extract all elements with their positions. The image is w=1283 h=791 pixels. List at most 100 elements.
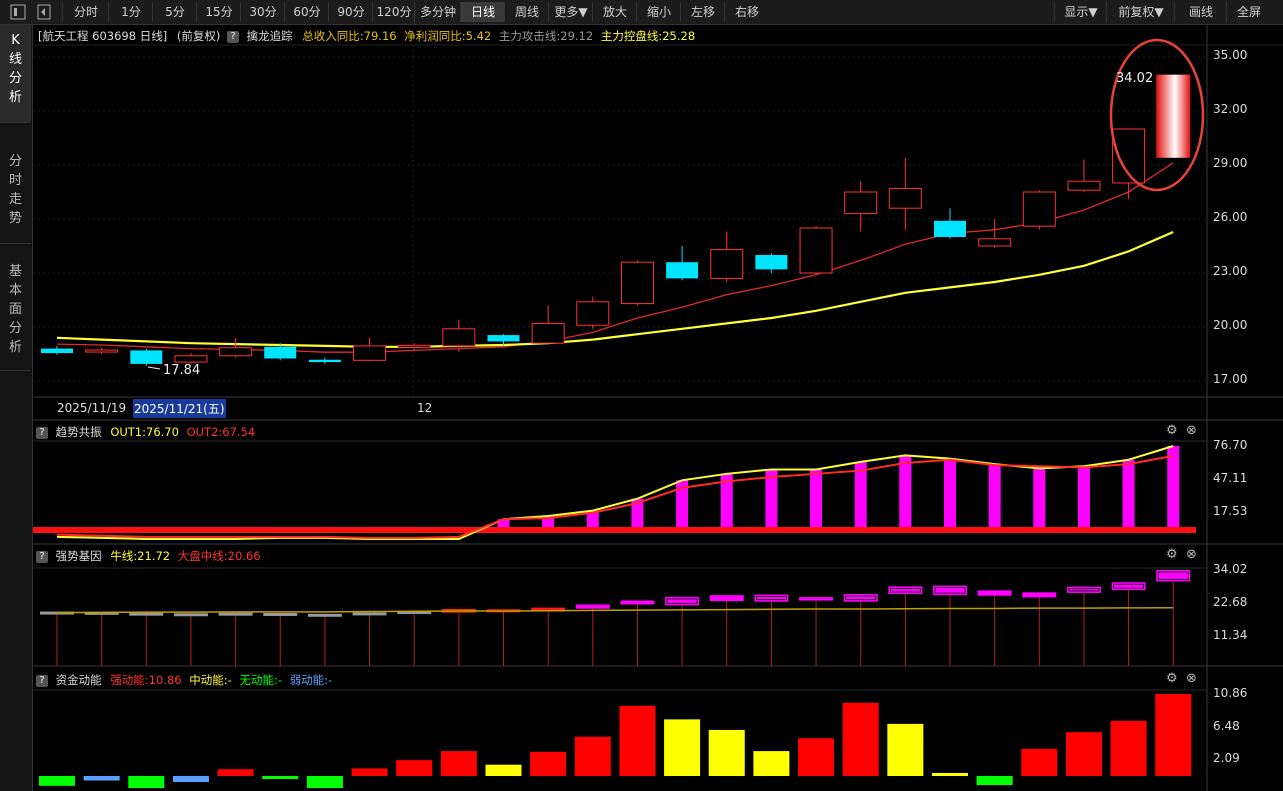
tab-period-5[interactable]: 30分	[240, 2, 285, 22]
trend-tick-0: 76.70	[1213, 438, 1248, 452]
more-dropdown[interactable]: 更多▼	[548, 2, 593, 22]
display-dropdown[interactable]: 显示▼	[1054, 2, 1107, 22]
gene-box	[665, 596, 700, 606]
trend-bar	[676, 480, 689, 529]
close-icon[interactable]: ⊗	[1186, 671, 1197, 686]
trend-tick-2: 17.53	[1213, 504, 1248, 518]
out2-value: OUT2:67.54	[186, 425, 256, 439]
momentum-bar	[306, 776, 343, 789]
tab-period-1[interactable]: 分时	[62, 2, 109, 22]
gene-box	[40, 611, 74, 615]
attack-line-value: 主力攻击线:29.12	[498, 29, 594, 43]
help-icon[interactable]: ?	[36, 674, 48, 687]
nav-tab-fundamental[interactable]: 基本面分析	[0, 256, 31, 371]
tab-period-7[interactable]: 90分	[328, 2, 373, 22]
tab-period-3[interactable]: 5分	[152, 2, 197, 22]
y-tick-4: 23.00	[1213, 264, 1248, 278]
gear-icon[interactable]: ⚙	[1166, 423, 1178, 438]
date-selected: 2025/11/21(五)	[133, 399, 226, 418]
gene-box	[1022, 592, 1057, 598]
gene-name[interactable]: 强势基因	[56, 549, 102, 563]
collapse-icon[interactable]	[2, 2, 34, 22]
weak-momentum: 弱动能:-	[289, 673, 333, 687]
tab-daily[interactable]: 日线	[460, 2, 505, 22]
help-icon[interactable]: ?	[226, 30, 239, 43]
zoom-out-button[interactable]: 缩小	[636, 2, 681, 22]
momentum-bar	[262, 776, 299, 780]
kline-header: [航天工程 603698 日线] (前复权) ? 擒龙追踪 总收入同比:79.1…	[33, 27, 695, 45]
draw-button[interactable]: 画线	[1174, 2, 1227, 22]
strong-momentum: 强动能:10.86	[110, 673, 182, 687]
low-price-label: 17.84	[163, 363, 200, 378]
close-icon[interactable]: ⊗	[1186, 547, 1197, 562]
gene-box	[799, 597, 834, 601]
gear-icon[interactable]: ⚙	[1166, 547, 1178, 562]
gene-box	[575, 604, 610, 609]
momentum-bar	[1155, 694, 1192, 776]
candle-body	[799, 227, 833, 274]
gene-box-inner	[934, 587, 966, 594]
nav-tab-intraday[interactable]: 分时走势	[0, 146, 31, 244]
candle-body	[397, 344, 431, 348]
gene-box	[352, 612, 387, 616]
fullscreen-button[interactable]: 全屏	[1226, 2, 1271, 22]
indicator-name[interactable]: 擒龙追踪	[247, 29, 293, 43]
gene-box	[888, 586, 923, 595]
tab-period-9[interactable]: 多分钟	[414, 2, 461, 22]
gene-box-inner	[756, 596, 787, 601]
candle-body	[487, 335, 520, 342]
fund-tick-2: 2.09	[1213, 751, 1240, 765]
candle-body	[620, 261, 654, 305]
trend-line	[56, 445, 1174, 540]
zoom-in-button[interactable]: 放大	[592, 2, 637, 22]
candle-body	[353, 345, 387, 361]
gene-box	[84, 611, 119, 615]
momentum-bar	[1065, 732, 1102, 776]
gene-box-inner	[845, 595, 877, 601]
help-icon[interactable]: ?	[36, 426, 48, 439]
tab-period-8[interactable]: 120分	[372, 2, 415, 22]
momentum-bar	[1110, 720, 1147, 776]
fund-name[interactable]: 资金动能	[56, 673, 102, 687]
tab-period-6[interactable]: 60分	[284, 2, 329, 22]
fund-tick-1: 6.48	[1213, 719, 1240, 733]
candle-body	[219, 347, 253, 357]
tab-period-4[interactable]: 15分	[196, 2, 241, 22]
revenue-yoy: 总收入同比:79.16	[302, 29, 397, 43]
pan-right-button[interactable]: 右移	[724, 2, 769, 22]
trend-name[interactable]: 趋势共振	[56, 425, 102, 439]
pan-left-button[interactable]: 左移	[680, 2, 725, 22]
gear-icon[interactable]: ⚙	[1166, 671, 1178, 686]
candle-body	[978, 238, 1012, 247]
momentum-bar	[753, 751, 790, 776]
double-left-arrow-icon[interactable]	[36, 2, 52, 22]
candle-body	[264, 346, 297, 359]
nav-tab-kline[interactable]: K线分析	[0, 25, 31, 123]
control-line-value: 主力控盘线:25.28	[600, 29, 696, 43]
fund-header: ? 资金动能 强动能:10.86 中动能:- 无动能:- 弱动能:-	[33, 671, 332, 689]
candle-body	[531, 322, 565, 344]
momentum-bar	[976, 776, 1013, 786]
candle-body	[85, 349, 119, 353]
nav-tab-intraday-label: 分时走势	[8, 154, 22, 226]
y-tick-6: 17.00	[1213, 372, 1248, 386]
adjust-dropdown[interactable]: 前复权▼	[1106, 2, 1175, 22]
gene-box-inner	[1157, 571, 1189, 580]
momentum-bar	[932, 772, 968, 776]
date-left: 2025/11/19	[57, 401, 127, 415]
tab-period-2[interactable]: 1分	[108, 2, 153, 22]
close-icon[interactable]: ⊗	[1186, 423, 1197, 438]
trend-bar	[765, 469, 778, 529]
momentum-bar	[574, 736, 611, 776]
ma-line	[56, 162, 1174, 353]
help-icon[interactable]: ?	[36, 550, 48, 563]
gene-box	[263, 612, 298, 616]
candle-body	[1112, 128, 1146, 184]
momentum-bar	[619, 705, 656, 776]
gene-header: ? 强势基因 牛线:21.72 大盘中线:20.66	[33, 547, 261, 565]
trend-bar	[586, 510, 599, 529]
gene-tick-2: 11.34	[1213, 628, 1248, 642]
momentum-bar	[485, 764, 522, 776]
trend-bar	[1077, 466, 1090, 529]
tab-weekly[interactable]: 周线	[504, 2, 549, 22]
